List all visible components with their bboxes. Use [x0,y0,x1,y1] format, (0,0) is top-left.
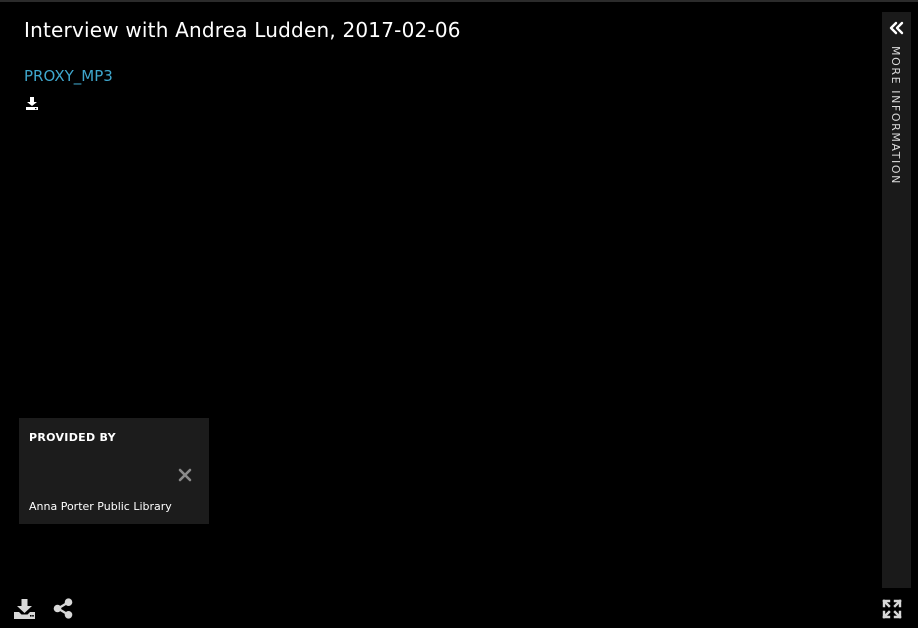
provided-by-heading: PROVIDED BY [29,431,116,444]
close-icon[interactable] [176,466,194,484]
media-viewer: Interview with Andrea Ludden, 2017-02-06… [0,0,918,628]
provider-name: Anna Porter Public Library [29,500,172,513]
provided-by-box: PROVIDED BY Anna Porter Public Library [19,418,209,524]
top-divider [0,0,918,2]
download-icon[interactable] [24,95,40,111]
file-link[interactable]: PROXY_MP3 [24,67,113,85]
item-title: Interview with Andrea Ludden, 2017-02-06 [24,18,461,42]
share-icon[interactable] [53,598,73,619]
download-tray-icon[interactable] [13,598,36,620]
fullscreen-icon[interactable] [882,599,902,619]
double-chevron-left-icon [888,20,905,36]
more-information-panel-toggle[interactable]: MORE INFORMATION [882,12,911,588]
more-information-label: MORE INFORMATION [889,46,902,185]
